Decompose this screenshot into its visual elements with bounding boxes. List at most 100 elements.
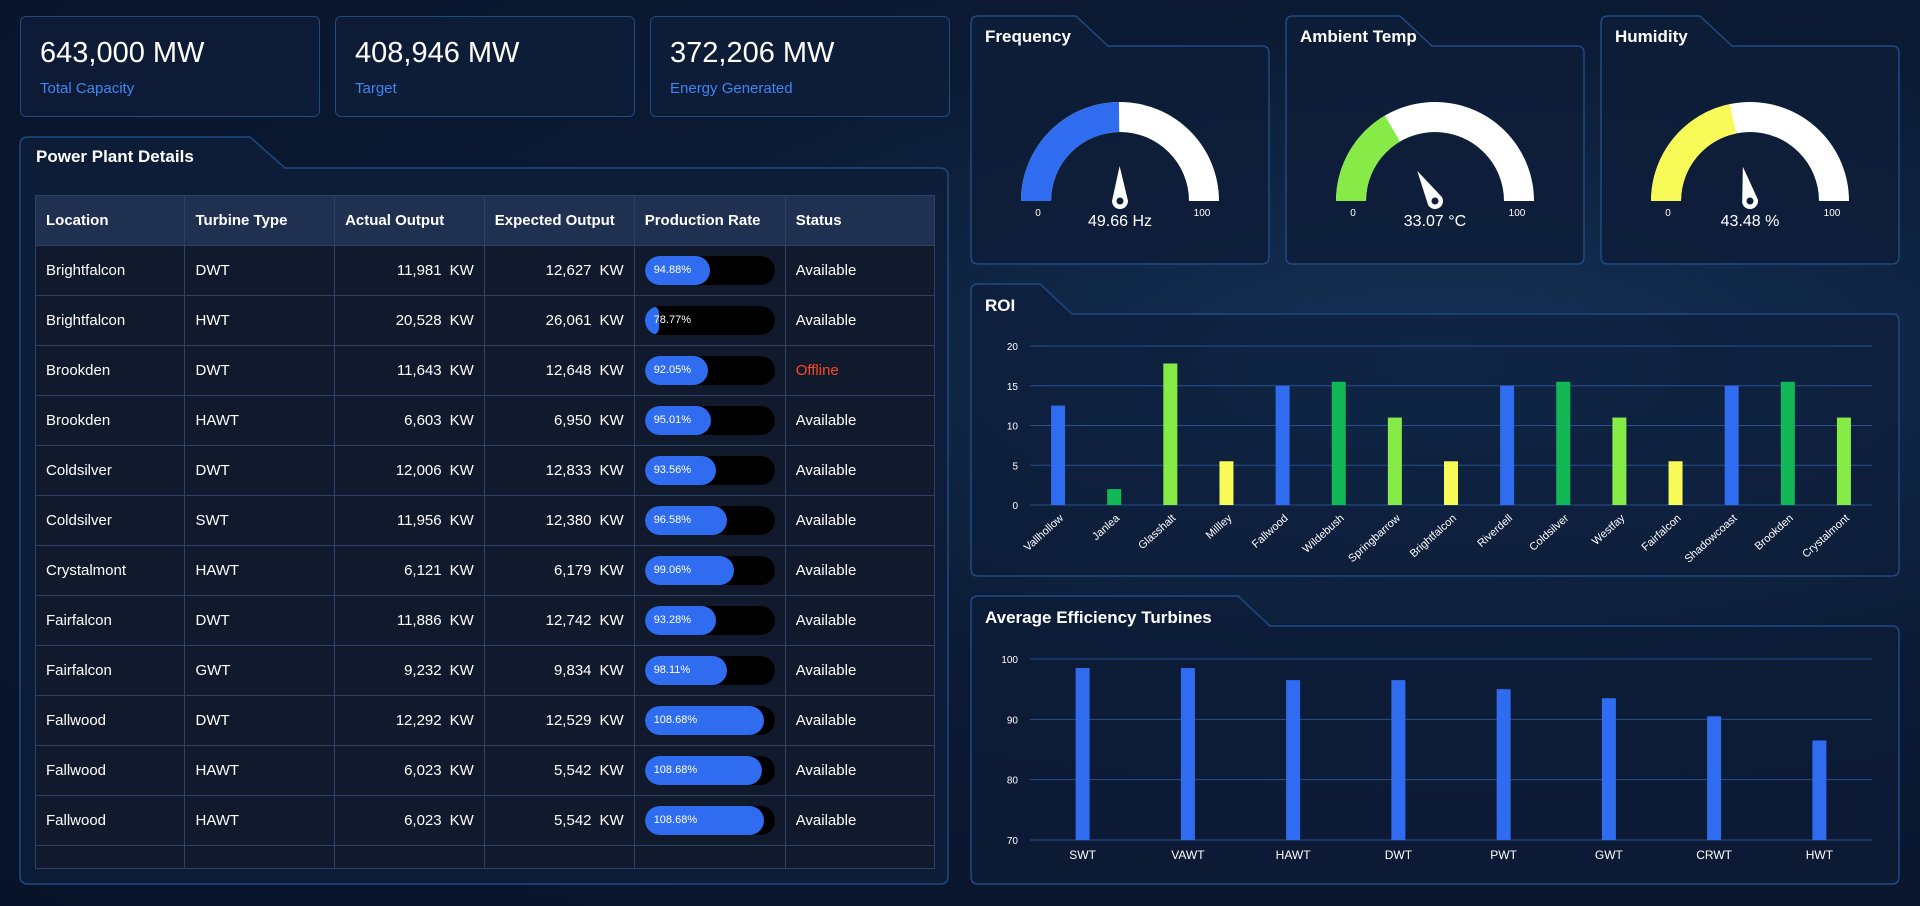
- cell-production-rate: 92.05%: [633, 345, 786, 396]
- unit-label: KW: [449, 312, 474, 329]
- unit-label: KW: [449, 762, 474, 779]
- actual-output-value: 11,956: [396, 512, 442, 529]
- gauge-min-label: 0: [1665, 208, 1671, 219]
- kpi-card-total-capacity: 643,000 MW Total Capacity: [20, 16, 320, 117]
- expected-output-value: 12,833: [545, 462, 592, 479]
- y-tick-label: 15: [1007, 382, 1019, 393]
- table-row[interactable]: Crystalmont HAWT 6,121 KW 6,179 KW 99.06% Avail…: [34, 545, 936, 596]
- table-row[interactable]: Brookden HAWT 6,603 KW 6,950 KW 95.01% Availabl…: [34, 395, 936, 446]
- bar[interactable]: [1612, 417, 1627, 505]
- x-tick-label: GWT: [1595, 848, 1624, 862]
- cell-expected-output: 9,834 KW: [483, 645, 635, 696]
- expected-output-value: 6,950: [553, 412, 592, 429]
- bar[interactable]: [1107, 489, 1122, 505]
- x-tick-label: Riverdell: [1475, 512, 1515, 550]
- column-header-expected-output[interactable]: Expected Output: [483, 195, 635, 246]
- table-row[interactable]: Brightfalcon DWT 11,981 KW 12,627 KW 94.88% Ava…: [34, 245, 936, 296]
- bar[interactable]: [1275, 385, 1290, 505]
- column-header-production-rate[interactable]: Production Rate: [633, 195, 786, 246]
- bar[interactable]: [1219, 461, 1234, 505]
- unit-label: KW: [449, 612, 474, 629]
- production-rate-text: 96.58%: [653, 514, 691, 526]
- bar[interactable]: [1780, 381, 1795, 505]
- cell-status: Available: [784, 795, 936, 846]
- y-tick-label: 70: [1007, 836, 1019, 847]
- unit-label: KW: [449, 262, 474, 279]
- table-row[interactable]: Fallwood DWT 12,292 KW 12,529 KW 108.68% Availa…: [34, 695, 936, 746]
- production-rate-text: 95.01%: [653, 414, 691, 426]
- cell-production-rate: 94.88%: [633, 245, 786, 296]
- cell-location: Fallwood: [34, 795, 186, 846]
- bar[interactable]: [1496, 689, 1511, 840]
- unit-label: KW: [449, 662, 474, 679]
- table-row[interactable]: Fallwood HAWT 6,023 KW 5,542 KW 108.68% Availab…: [34, 795, 936, 846]
- cell-actual-output: 11,981 KW: [334, 245, 485, 296]
- cell-turbine-type: DWT: [184, 245, 336, 296]
- table-row[interactable]: Coldsilver SWT 11,956 KW 12,380 KW 96.58% Avail…: [34, 495, 936, 546]
- actual-output-value: 20,528: [395, 312, 442, 329]
- cell-actual-output: 6,121 KW: [334, 545, 485, 596]
- bar[interactable]: [1812, 740, 1827, 840]
- unit-label: KW: [449, 462, 474, 479]
- cell-actual-output: 6,603 KW: [334, 395, 485, 446]
- cell-status: Available: [784, 695, 936, 746]
- bar[interactable]: [1180, 668, 1195, 840]
- production-rate-text: 93.56%: [653, 464, 691, 476]
- cell-production-rate: 108.68%: [633, 795, 786, 846]
- cell-turbine-type: HAWT: [184, 545, 336, 596]
- x-tick-label: Janlea: [1090, 512, 1123, 543]
- cell-location: Brightfalcon: [34, 245, 186, 296]
- unit-label: KW: [449, 712, 474, 729]
- x-tick-label: SWT: [1069, 848, 1096, 862]
- table-row[interactable]: Fallwood HAWT 6,023 KW 5,542 KW 108.68% Availab…: [34, 745, 936, 796]
- bar[interactable]: [1668, 461, 1683, 505]
- column-header-location[interactable]: Location: [34, 195, 186, 246]
- cell-expected-output: 26,061 KW: [483, 295, 635, 346]
- power-plant-table: Location Turbine Type Actual Output Expe…: [34, 195, 936, 869]
- bar[interactable]: [1601, 698, 1616, 840]
- cell-production-rate: 108.68%: [633, 695, 786, 746]
- table-row[interactable]: Brookden DWT 11,643 KW 12,648 KW 92.05% Offline: [34, 345, 936, 396]
- bar[interactable]: [1387, 417, 1402, 505]
- bar[interactable]: [1556, 381, 1571, 505]
- roi-chart-title: ROI: [985, 296, 1016, 315]
- x-tick-label: PWT: [1490, 848, 1517, 862]
- production-rate-text: 94.88%: [653, 264, 691, 276]
- unit-label: KW: [599, 412, 624, 429]
- unit-label: KW: [449, 812, 474, 829]
- table-row[interactable]: Brightfalcon HWT 20,528 KW 26,061 KW 78.77% Ava…: [34, 295, 936, 346]
- bar[interactable]: [1500, 385, 1515, 505]
- bar[interactable]: [1331, 381, 1346, 505]
- column-header-status[interactable]: Status: [784, 195, 936, 246]
- column-header-turbine-type[interactable]: Turbine Type: [184, 195, 336, 246]
- column-header-actual-output[interactable]: Actual Output: [334, 195, 485, 246]
- bar[interactable]: [1836, 417, 1851, 505]
- bar[interactable]: [1286, 680, 1301, 840]
- cell-location: Coldsilver: [34, 495, 186, 546]
- x-tick-label: Millley: [1204, 512, 1235, 542]
- bar[interactable]: [1707, 716, 1722, 840]
- bar[interactable]: [1391, 680, 1406, 840]
- unit-label: KW: [599, 712, 624, 729]
- cell-turbine-type: GWT: [184, 645, 336, 696]
- bar[interactable]: [1075, 668, 1090, 840]
- cell-status: Available: [784, 245, 936, 296]
- table-row[interactable]: Fairfalcon GWT 9,232 KW 9,834 KW 98.11% Availab…: [34, 645, 936, 696]
- actual-output-value: 12,006: [395, 462, 442, 479]
- cell-location: Crystalmont: [34, 545, 186, 596]
- table-row[interactable]: Fairfalcon DWT 11,886 KW 12,742 KW 93.28% Avail…: [34, 595, 936, 646]
- bar[interactable]: [1724, 385, 1739, 505]
- gauge-needle-pivot: [1116, 197, 1124, 205]
- x-tick-label: HWT: [1806, 848, 1834, 862]
- empty-cell: [784, 845, 936, 869]
- table-row[interactable]: Coldsilver DWT 12,006 KW 12,833 KW 93.56% Avail…: [34, 445, 936, 496]
- actual-output-value: 11,643: [396, 362, 442, 379]
- cell-location: Coldsilver: [34, 445, 186, 496]
- bar[interactable]: [1444, 461, 1458, 505]
- cell-status: Offline: [784, 345, 936, 396]
- empty-cell: [334, 845, 485, 869]
- cell-expected-output: 5,542 KW: [483, 795, 635, 846]
- bar[interactable]: [1051, 405, 1066, 505]
- kpi-label: Energy Generated: [670, 80, 793, 97]
- bar[interactable]: [1163, 363, 1178, 505]
